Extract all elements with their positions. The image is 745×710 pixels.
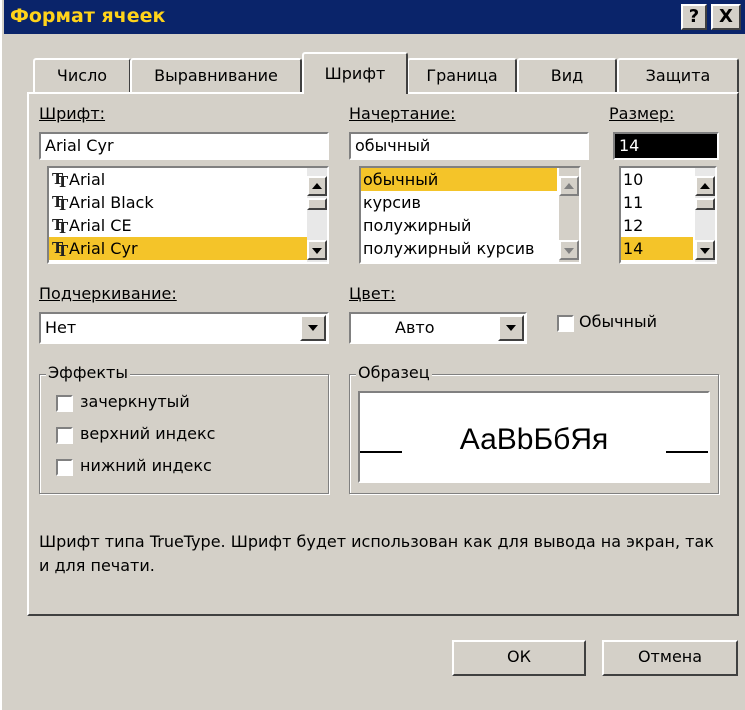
- tab-protection[interactable]: Защита: [617, 58, 739, 94]
- underline-dropdown-button[interactable]: [300, 315, 326, 341]
- scroll-thumb[interactable]: [307, 198, 327, 210]
- preview-group: Образец АаBbБбЯя: [349, 363, 719, 494]
- scroll-up-button[interactable]: [307, 176, 327, 196]
- scroll-up-button[interactable]: [695, 176, 715, 196]
- strikethrough-checkbox[interactable]: [56, 395, 73, 412]
- list-item[interactable]: курсив: [361, 191, 579, 214]
- superscript-label[interactable]: верхний индекс: [80, 424, 215, 443]
- cancel-button[interactable]: Отмена: [602, 640, 738, 676]
- format-cells-dialog: Формат ячеек ? X Число Выравнивание Шриф…: [0, 0, 745, 710]
- effects-title: Эффекты: [46, 363, 130, 382]
- scroll-down-button[interactable]: [559, 240, 579, 260]
- normal-font-checkbox[interactable]: [557, 315, 574, 332]
- list-item-label: Arial: [69, 170, 106, 189]
- arrow-down-icon: [564, 248, 574, 254]
- subscript-checkbox[interactable]: [56, 459, 73, 476]
- subscript-label[interactable]: нижний индекс: [80, 456, 212, 475]
- title-bar[interactable]: Формат ячеек ? X: [4, 0, 745, 34]
- info-text: Шрифт типа TrueType. Шрифт будет использ…: [39, 532, 714, 575]
- tab-number[interactable]: Число: [33, 58, 131, 94]
- preview-title: Образец: [356, 363, 432, 382]
- chevron-down-icon: [308, 325, 318, 331]
- list-item-label: Arial Cyr: [69, 239, 138, 258]
- font-list[interactable]: TT Arial TT Arial Black TT Arial CE TT A…: [47, 166, 329, 264]
- truetype-icon: TT: [52, 193, 69, 214]
- size-list[interactable]: 10 11 12 14: [619, 166, 717, 264]
- size-input[interactable]: 14: [613, 132, 719, 160]
- superscript-checkbox[interactable]: [56, 427, 73, 444]
- arrow-up-icon: [700, 183, 710, 189]
- truetype-icon: TT: [52, 170, 69, 191]
- style-input[interactable]: обычный: [349, 132, 589, 160]
- underline-value: Нет: [45, 318, 77, 337]
- scroll-down-button[interactable]: [307, 240, 327, 260]
- style-list[interactable]: обычный курсив полужирный полужирный кур…: [359, 166, 581, 264]
- size-label: Размер:: [609, 104, 675, 123]
- color-dropdown-button[interactable]: [498, 315, 524, 341]
- preview-sample-text: АаBbБбЯя: [459, 423, 609, 456]
- list-item[interactable]: полужирный курсив: [361, 237, 579, 260]
- font-name-input[interactable]: Arial Cyr: [39, 132, 329, 160]
- font-list-scrollbar[interactable]: [307, 168, 327, 262]
- window-title: Формат ячеек: [10, 5, 166, 27]
- scroll-thumb[interactable]: [695, 198, 715, 210]
- color-value: Авто: [395, 318, 435, 337]
- scroll-down-button[interactable]: [695, 240, 715, 260]
- ok-button[interactable]: ОК: [452, 640, 586, 676]
- arrow-down-icon: [312, 248, 322, 254]
- arrow-up-icon: [564, 183, 574, 189]
- font-label: Шрифт:: [39, 104, 106, 123]
- size-list-scrollbar[interactable]: [695, 168, 715, 262]
- list-item-label: Arial Black: [69, 193, 154, 212]
- list-item[interactable]: TT Arial Black: [49, 191, 327, 214]
- style-label: Начертание:: [349, 104, 456, 123]
- list-item-selected[interactable]: TT Arial Cyr: [49, 237, 307, 260]
- truetype-icon: TT: [52, 216, 69, 237]
- list-item-label: Arial CE: [69, 216, 132, 235]
- list-item[interactable]: TT Arial: [49, 168, 327, 191]
- tab-font[interactable]: Шрифт: [302, 52, 408, 94]
- list-item-selected[interactable]: 14: [621, 237, 693, 260]
- tab-view[interactable]: Вид: [517, 58, 617, 94]
- help-button[interactable]: ?: [681, 4, 707, 30]
- chevron-down-icon: [506, 325, 516, 331]
- font-tab-panel: Шрифт: Arial Cyr TT Arial TT Arial Black…: [27, 92, 739, 616]
- style-list-scrollbar[interactable]: [559, 168, 579, 262]
- close-button[interactable]: X: [711, 4, 741, 30]
- truetype-icon: TT: [52, 239, 69, 260]
- underline-label: Подчеркивание:: [39, 284, 177, 303]
- arrow-down-icon: [700, 248, 710, 254]
- color-label: Цвет:: [349, 284, 396, 303]
- style-label-text: Начертание:: [349, 104, 456, 123]
- preview-box: АаBbБбЯя: [358, 391, 710, 483]
- underline-select[interactable]: Нет: [39, 312, 329, 344]
- color-select[interactable]: Авто: [349, 312, 527, 344]
- arrow-up-icon: [312, 183, 322, 189]
- list-item[interactable]: полужирный: [361, 214, 579, 237]
- normal-font-label[interactable]: Обычный: [579, 312, 657, 331]
- list-item-selected[interactable]: обычный: [361, 168, 557, 191]
- list-item[interactable]: TT Arial CE: [49, 214, 327, 237]
- scroll-up-button[interactable]: [559, 176, 579, 196]
- strikethrough-label[interactable]: зачеркнутый: [80, 392, 190, 411]
- tab-alignment[interactable]: Выравнивание: [130, 58, 302, 94]
- effects-group: Эффекты зачеркнутый верхний индекс нижни…: [39, 363, 329, 494]
- tab-border[interactable]: Граница: [407, 58, 517, 94]
